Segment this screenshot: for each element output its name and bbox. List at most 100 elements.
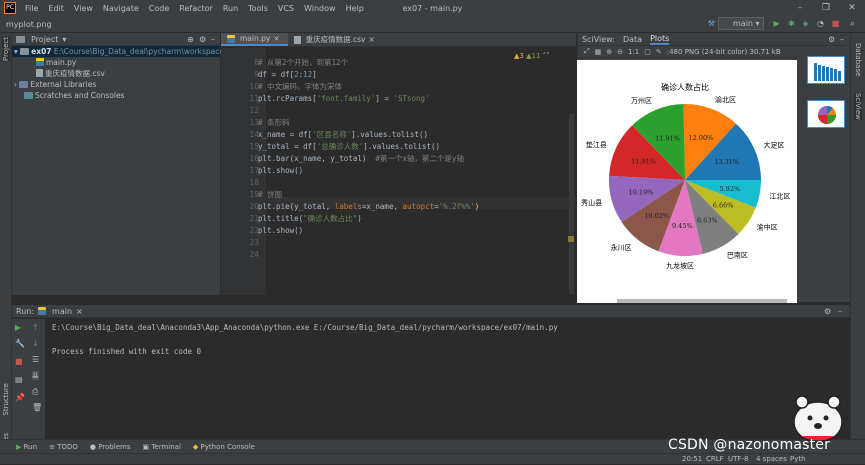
pie-category-label: 万州区: [631, 97, 652, 105]
pie-category-label: 九龙坡区: [666, 261, 694, 270]
status-line-separator[interactable]: CRLF: [706, 455, 724, 463]
menu-item-code[interactable]: Code: [144, 4, 174, 13]
database-tool-tab[interactable]: Database: [854, 43, 862, 76]
layout-icon[interactable]: ▤: [15, 375, 23, 384]
bar-chart-thumbnail[interactable]: [807, 56, 845, 84]
tool-tab-python-console[interactable]: ◆ Python Console: [193, 443, 255, 451]
arrow-down-icon[interactable]: ↓: [32, 339, 39, 348]
chevron-down-icon[interactable]: ▾: [62, 35, 66, 44]
zoom-in-icon[interactable]: ⊕: [606, 48, 612, 56]
code-line[interactable]: plt.bar(x_name, y_total) #第一个x轴，第二个是y轴: [258, 153, 464, 165]
menu-item-run[interactable]: Run: [218, 4, 243, 13]
hide-panel-icon[interactable]: –: [840, 35, 844, 44]
tree-item-scratches[interactable]: Scratches and Consoles: [12, 90, 220, 101]
zoom-out-icon[interactable]: ⊖: [617, 48, 623, 56]
menu-item-view[interactable]: View: [69, 4, 98, 13]
project-tool-tab[interactable]: Project: [2, 37, 10, 61]
profile-icon[interactable]: ◔: [815, 18, 826, 29]
code-line[interactable]: # 从第2个开始，到第12个: [258, 57, 348, 69]
code-line[interactable]: y_total = df['总确诊人数'].values.tolist(): [258, 141, 440, 153]
menu-item-window[interactable]: Window: [299, 4, 341, 13]
code-line[interactable]: # 条形码: [258, 117, 290, 129]
code-line[interactable]: plt.show(): [258, 225, 303, 237]
menu-item-tools[interactable]: Tools: [243, 4, 273, 13]
status-interpreter[interactable]: Pyth: [790, 455, 806, 463]
plot-scrollbar[interactable]: [617, 299, 787, 303]
wrench-icon[interactable]: 🔧: [15, 339, 25, 348]
grid-icon[interactable]: ▦: [595, 48, 602, 56]
debug-icon[interactable]: ✱: [786, 18, 797, 29]
gear-icon[interactable]: ⚙: [824, 307, 831, 316]
print-icon[interactable]: ⎙: [32, 387, 38, 397]
breadcrumb-file[interactable]: myplot.png: [6, 20, 52, 29]
actual-size-icon[interactable]: 1:1: [628, 48, 639, 56]
minimize-icon[interactable]: –: [787, 0, 813, 16]
fit-window-icon[interactable]: ▢: [644, 48, 651, 56]
error-stripe-marker[interactable]: [568, 236, 574, 242]
project-panel-title[interactable]: Project: [31, 35, 58, 44]
hide-panel-icon[interactable]: –: [838, 307, 842, 316]
trash-icon[interactable]: 🗑: [32, 403, 42, 412]
code-line[interactable]: x_name = df['区县名称'].values.tolist(): [258, 129, 428, 141]
rerun-icon[interactable]: ▶: [15, 323, 21, 332]
tab-plots[interactable]: Plots: [650, 34, 670, 45]
close-tab-icon[interactable]: ×: [76, 307, 83, 316]
status-encoding[interactable]: UTF-8: [728, 455, 748, 463]
menu-item-vcs[interactable]: VCS: [273, 4, 299, 13]
code-line[interactable]: plt.show(): [258, 165, 303, 177]
maximize-icon[interactable]: ❐: [813, 0, 839, 16]
editor-scrollbar[interactable]: [569, 114, 574, 294]
code-line[interactable]: # 中文编码，字体为宋体: [258, 81, 342, 93]
menu-item-file[interactable]: File: [20, 4, 43, 13]
menu-item-edit[interactable]: Edit: [43, 4, 69, 13]
code-line[interactable]: plt.pie(y_total, labels=x_name, autopct=…: [258, 201, 479, 213]
tab-data[interactable]: Data: [623, 35, 642, 44]
stop-icon[interactable]: ■: [15, 357, 23, 366]
menu-item-navigate[interactable]: Navigate: [98, 4, 144, 13]
code-line[interactable]: df = df[2:12]: [258, 69, 317, 81]
pin-icon[interactable]: 📌: [15, 393, 25, 402]
hide-panel-icon[interactable]: –: [211, 35, 215, 44]
plot-image[interactable]: 确诊人数占比 13.31% 大足区 12.00% 渝北区 11.91% 万州区 11.91%…: [577, 60, 797, 303]
structure-tool-tab[interactable]: Structure: [2, 383, 10, 416]
search-icon[interactable]: ⌕: [847, 18, 858, 29]
soft-wrap-icon[interactable]: ☰: [32, 355, 39, 364]
scroll-to-end-icon[interactable]: ⇊: [32, 371, 39, 380]
tool-tab-terminal[interactable]: ▣ Terminal: [142, 443, 180, 451]
run-icon[interactable]: ▶: [771, 18, 782, 29]
gear-icon[interactable]: ⚙: [828, 35, 835, 44]
target-icon[interactable]: ⊕: [187, 35, 194, 44]
hammer-icon[interactable]: ⚒: [706, 18, 717, 29]
sciview-tool-tab[interactable]: SciView: [854, 93, 862, 120]
tab-main-py[interactable]: main.py ×: [221, 33, 288, 46]
coverage-icon[interactable]: ◈: [800, 18, 811, 29]
code-line[interactable]: plt.rcParams['font.family'] = 'STsong': [258, 93, 430, 105]
pie-chart-thumbnail[interactable]: [807, 100, 845, 128]
chevron-down-icon[interactable]: ˅: [546, 52, 550, 60]
code-line[interactable]: # 饼图: [258, 189, 282, 201]
inspection-widget[interactable]: ▲3 ▲11 ˄˅: [514, 52, 550, 60]
tree-item-csv[interactable]: 重庆疫情数据.csv: [12, 68, 220, 79]
stop-icon[interactable]: ■: [830, 18, 841, 29]
run-config-select[interactable]: main ▾: [718, 17, 764, 30]
gear-icon[interactable]: ⚙: [199, 35, 206, 44]
tool-tab-problems[interactable]: ● Problems: [90, 443, 131, 451]
tree-item-main-py[interactable]: main.py: [12, 57, 220, 68]
status-time[interactable]: 20:51: [682, 455, 702, 463]
close-tab-icon[interactable]: ×: [273, 34, 279, 43]
tool-tab-todo[interactable]: ≡ TODO: [49, 443, 78, 451]
status-indent[interactable]: 4 spaces: [756, 455, 787, 463]
tool-tab-run[interactable]: ▶ Run: [16, 443, 37, 451]
code-line[interactable]: plt.title("确诊人数占比"): [258, 213, 362, 225]
close-window-icon[interactable]: ✕: [839, 0, 865, 16]
run-tab-main[interactable]: main: [52, 307, 72, 316]
color-picker-icon[interactable]: ✎: [656, 48, 662, 56]
tab-csv[interactable]: 重庆疫情数据.csv ×: [288, 33, 383, 46]
fit-icon[interactable]: ⤢: [584, 47, 590, 56]
close-tab-icon[interactable]: ×: [368, 35, 374, 44]
arrow-up-icon[interactable]: ↑: [32, 323, 39, 332]
tree-item-ex07[interactable]: ▾ ex07 E:\Course\Big_Data_deal\pycharm\w…: [12, 46, 245, 57]
menu-item-refactor[interactable]: Refactor: [174, 4, 218, 13]
menu-item-help[interactable]: Help: [341, 4, 369, 13]
tree-item-external-libraries[interactable]: › External Libraries: [12, 79, 220, 90]
